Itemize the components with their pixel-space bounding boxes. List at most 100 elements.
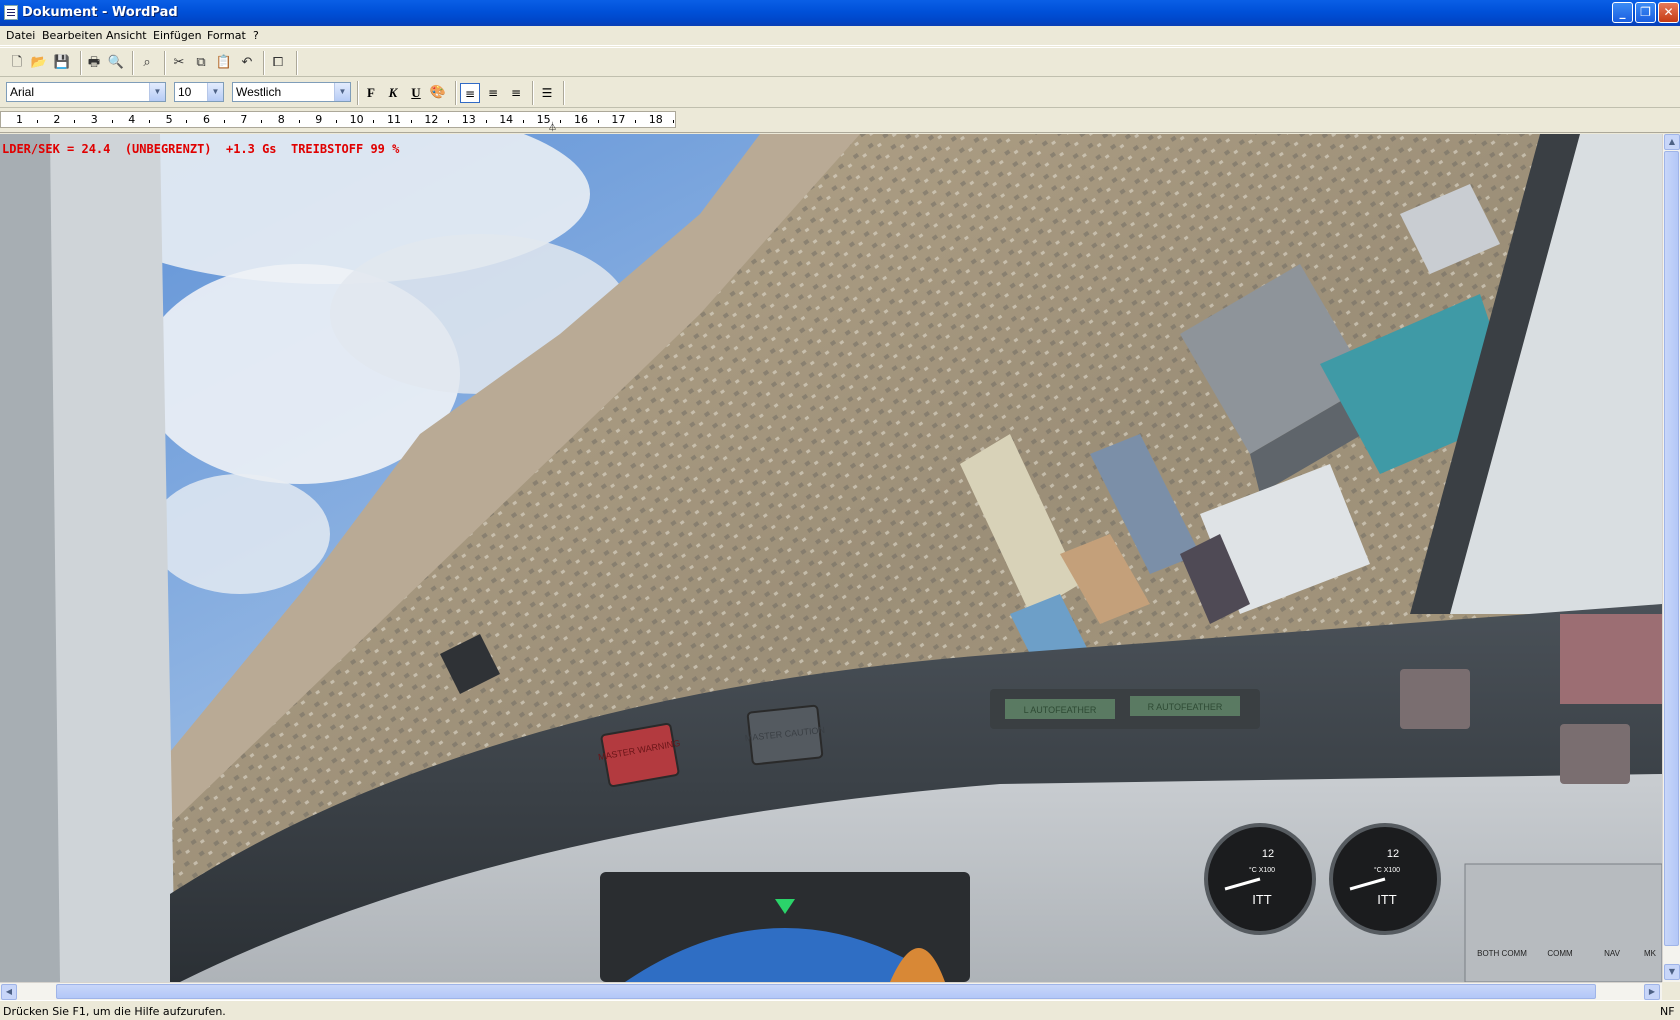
new-document-icon[interactable]: 🗋: [7, 53, 27, 73]
font-size-select[interactable]: 10 ▼: [174, 82, 224, 102]
align-center-icon[interactable]: ≡: [483, 83, 503, 103]
ruler-tick: [597, 120, 599, 123]
bullet-list-icon[interactable]: ☰: [537, 83, 557, 103]
radio-label-mk: MK: [1644, 949, 1657, 958]
save-icon[interactable]: 💾: [52, 53, 72, 73]
title-bar[interactable]: Dokument - WordPad _ ❐ ✕: [0, 0, 1680, 26]
copy-icon[interactable]: ⧉: [191, 53, 211, 73]
cut-icon[interactable]: ✂: [169, 53, 189, 73]
ruler-tick: [335, 120, 337, 123]
gauge-itt-label: ITT: [1252, 892, 1272, 907]
ruler-number: 12: [424, 113, 439, 126]
ruler[interactable]: ⏃ 1 2 3 4 5 6 7 8 9 10 11 12 13 14 15 16 17 18: [0, 109, 1680, 133]
status-bar: Drücken Sie F1, um die Hilfe aufzurufen.…: [0, 1000, 1680, 1020]
cloud: [150, 474, 330, 594]
flight-sim-screenshot: MASTER WARNING MASTER CAUTION L AUTOFEAT…: [0, 134, 1662, 982]
toolbar-separator: [357, 81, 359, 105]
window-title: Dokument - WordPad: [22, 5, 178, 20]
italic-button[interactable]: K: [383, 83, 403, 103]
menu-einfuegen[interactable]: Einfügen: [153, 29, 202, 42]
ruler-number: 18: [648, 113, 663, 126]
r-autofeather-label: R AUTOFEATHER: [1148, 702, 1223, 712]
wordpad-app-icon[interactable]: [4, 5, 18, 20]
chevron-down-icon[interactable]: ▼: [334, 83, 350, 101]
ruler-number: 10: [349, 113, 364, 126]
toolbar-separator: [296, 51, 298, 75]
document-area[interactable]: MASTER WARNING MASTER CAUTION L AUTOFEAT…: [0, 134, 1662, 982]
ruler-tick: [111, 120, 113, 123]
ruler-tick: [261, 120, 263, 123]
switch-block[interactable]: [1560, 724, 1630, 784]
radio-panel: [1464, 863, 1662, 982]
font-name-value: Arial: [10, 85, 35, 99]
print-preview-icon[interactable]: 🔍: [106, 53, 126, 73]
align-right-icon[interactable]: ≡: [506, 83, 526, 103]
insert-object-icon[interactable]: ⧠: [268, 53, 288, 73]
toolbar-separator: [164, 51, 166, 75]
annunciator-panel: [1560, 614, 1662, 704]
horizontal-scroll-thumb[interactable]: [56, 984, 1596, 999]
menu-bar: Datei Bearbeiten Ansicht Einfügen Format…: [0, 26, 1680, 46]
scroll-right-icon[interactable]: ▶: [1644, 984, 1660, 1000]
ruler-tick: [373, 120, 375, 123]
ruler-number: 16: [574, 113, 588, 126]
toolbar-separator: [80, 51, 82, 75]
ruler-number: 5: [165, 113, 173, 126]
align-left-icon[interactable]: ≡: [460, 83, 480, 103]
radio-label-comm: COMM: [1547, 949, 1573, 958]
ruler-tick: [635, 120, 637, 123]
status-help-text: Drücken Sie F1, um die Hilfe aufzurufen.: [3, 1005, 226, 1018]
color-palette-icon[interactable]: 🎨: [428, 83, 448, 103]
radio-label-both-comm: BOTH COMM: [1477, 949, 1527, 958]
open-folder-icon[interactable]: 📂: [29, 53, 49, 73]
script-value: Westlich: [236, 85, 282, 99]
ruler-tick: [223, 120, 225, 123]
wordpad-window: Dokument - WordPad _ ❐ ✕ Datei Bearbeite…: [0, 0, 1680, 1020]
undo-icon[interactable]: ↶: [237, 53, 257, 73]
chevron-down-icon[interactable]: ▼: [207, 83, 223, 101]
underline-button[interactable]: U: [406, 83, 426, 103]
toolbar-separator: [532, 81, 534, 105]
ruler-number: 11: [387, 113, 401, 126]
menu-bearbeiten[interactable]: Bearbeiten: [42, 29, 102, 42]
standard-toolbar: 🗋 📂 💾 🖶 🔍 ⌕ ✂ ⧉ 📋 ↶ ⧠: [0, 47, 1680, 77]
menu-format[interactable]: Format: [207, 29, 246, 42]
horizontal-scrollbar[interactable]: ◀ ▶: [0, 982, 1662, 1000]
ruler-tick: [74, 120, 76, 123]
font-name-select[interactable]: Arial ▼: [6, 82, 166, 102]
hud-overlay-text: LDER/SEK = 24.4 (UNBEGRENZT) +1.3 Gs TRE…: [2, 142, 400, 156]
script-select[interactable]: Westlich ▼: [232, 82, 351, 102]
vertical-scroll-thumb[interactable]: [1664, 151, 1679, 946]
print-icon[interactable]: 🖶: [84, 53, 104, 73]
svg-text:12: 12: [1387, 848, 1399, 860]
switch-block[interactable]: [1400, 669, 1470, 729]
scroll-up-icon[interactable]: ▲: [1664, 134, 1680, 150]
ruler-tick: [672, 120, 674, 123]
toolbar-separator: [455, 81, 457, 105]
bold-button[interactable]: F: [361, 83, 381, 103]
status-num-indicator: NF: [1660, 1005, 1675, 1018]
svg-text:12: 12: [1262, 848, 1274, 860]
scrollbar-corner: [1662, 982, 1680, 1000]
minimize-button[interactable]: _: [1612, 2, 1633, 23]
format-bar: Arial ▼ 10 ▼ Westlich ▼ F K U 🎨 ≡ ≡ ≡ ☰: [0, 78, 1680, 108]
menu-help[interactable]: ?: [253, 29, 259, 42]
find-binoculars-icon[interactable]: ⌕: [137, 53, 157, 73]
ruler-number: 15: [536, 113, 551, 126]
paste-icon[interactable]: 📋: [214, 53, 234, 73]
menu-datei[interactable]: Datei: [6, 29, 35, 42]
scroll-down-icon[interactable]: ▼: [1664, 964, 1680, 980]
ruler-tick: [36, 120, 38, 123]
ruler-number: 9: [315, 113, 323, 126]
vertical-scrollbar[interactable]: ▲ ▼: [1662, 134, 1680, 982]
ruler-tick: [522, 120, 524, 123]
chevron-down-icon[interactable]: ▼: [149, 83, 165, 101]
ruler-number: 14: [499, 113, 514, 126]
close-button[interactable]: ✕: [1658, 2, 1679, 23]
scroll-left-icon[interactable]: ◀: [1, 984, 17, 1000]
menu-ansicht[interactable]: Ansicht: [106, 29, 147, 42]
restore-button[interactable]: ❐: [1635, 2, 1656, 23]
ruler-tick: [485, 120, 487, 123]
ruler-number: 1: [16, 113, 23, 126]
ruler-tick: [298, 120, 300, 123]
